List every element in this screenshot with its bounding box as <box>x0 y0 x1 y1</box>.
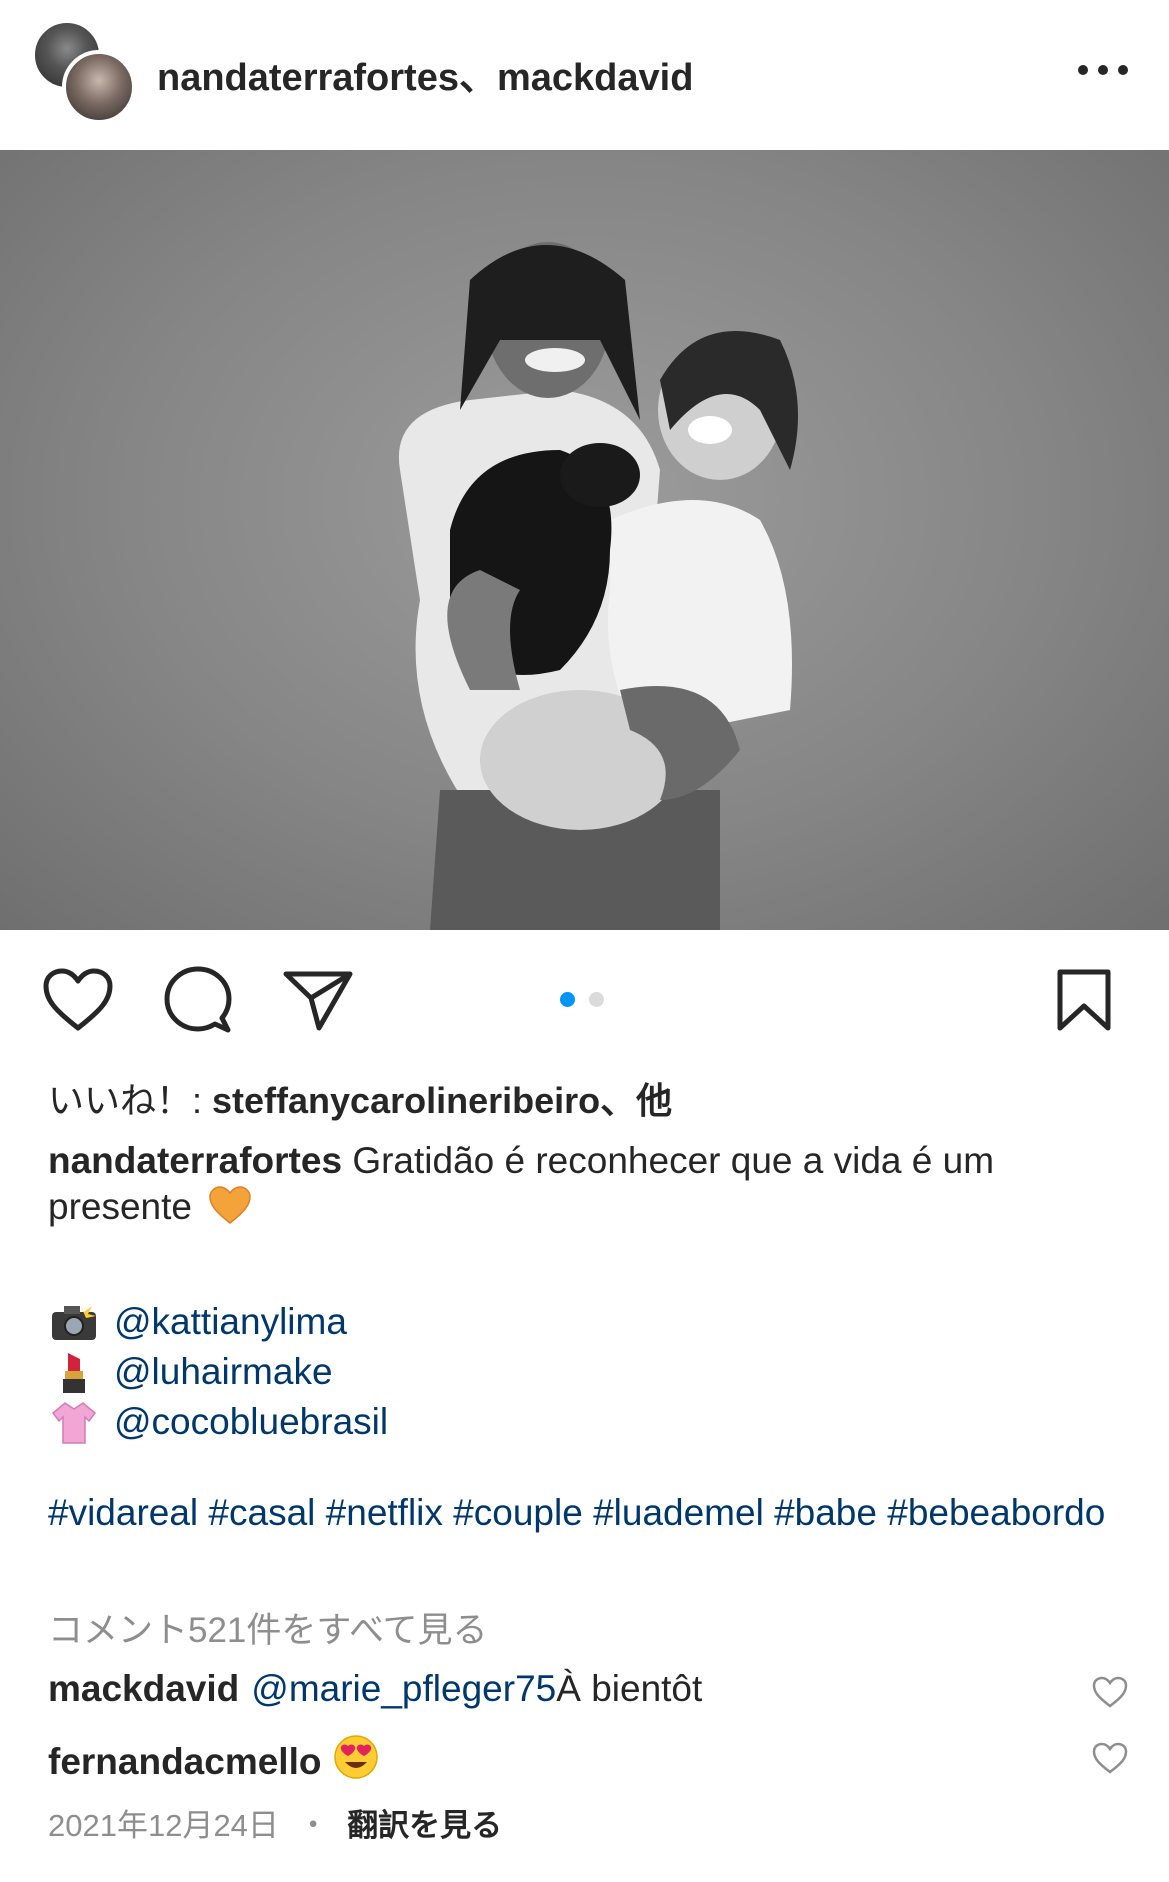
share-button[interactable] <box>278 960 358 1040</box>
save-button[interactable] <box>1044 960 1124 1040</box>
photo-content <box>398 242 798 930</box>
post-meta: 2021年12月24日 ・ 翻訳を見る <box>48 1800 502 1845</box>
comment-icon <box>164 966 232 1033</box>
comment-mention[interactable]: @marie_pfleger75 <box>251 1668 556 1710</box>
caption-username[interactable]: nandaterrafortes <box>48 1140 342 1181</box>
bookmark-icon <box>1057 969 1111 1031</box>
comment-like-button[interactable] <box>1088 1738 1132 1778</box>
orange-heart-icon <box>208 1185 252 1236</box>
paper-plane-icon <box>283 971 353 1031</box>
hashtags[interactable]: #vidareal #casal #netflix #couple #luade… <box>48 1490 1128 1536</box>
heart-icon <box>1092 1742 1128 1774</box>
carousel-dot <box>589 992 604 1007</box>
post-photo[interactable] <box>0 150 1169 930</box>
collab-avatars[interactable] <box>32 20 136 124</box>
comment-username[interactable]: mackdavid <box>48 1668 239 1710</box>
carousel-indicator <box>560 992 604 1007</box>
comment-row: fernandacmello <box>48 1734 379 1789</box>
post-date: 2021年12月24日 <box>48 1808 279 1843</box>
comment-row: mackdavid @marie_pfleger75 À bientôt <box>48 1668 702 1710</box>
blouse-icon <box>48 1398 100 1446</box>
credit-line: @luhairmake <box>48 1348 333 1396</box>
likes-user[interactable]: steffanycarolineribeiro、他 <box>212 1080 672 1121</box>
like-button[interactable] <box>38 960 118 1040</box>
more-icon <box>1078 65 1088 75</box>
likes-prefix: いいね！: <box>48 1080 213 1121</box>
carousel-dot-active <box>560 992 575 1007</box>
camera-flash-icon <box>48 1298 100 1346</box>
view-all-comments-link[interactable]: コメント521件をすべて見る <box>48 1602 488 1653</box>
heart-icon <box>1092 1676 1128 1708</box>
meta-separator: ・ <box>297 1808 329 1843</box>
comment-button[interactable] <box>158 960 238 1040</box>
post-header: nandaterrafortes、mackdavid <box>0 0 1169 150</box>
avatar[interactable] <box>62 50 136 124</box>
see-translation-link[interactable]: 翻訳を見る <box>347 1808 502 1843</box>
comment-text: À bientôt <box>556 1668 703 1709</box>
lipstick-icon <box>48 1348 100 1396</box>
comment-like-button[interactable] <box>1088 1672 1132 1712</box>
credit-mention[interactable]: @kattianylima <box>114 1299 347 1345</box>
caption: nandaterrafortes Gratidão é reconhecer q… <box>48 1138 1128 1236</box>
heart-eyes-icon <box>333 1734 379 1789</box>
credit-line: @kattianylima <box>48 1298 347 1346</box>
likes-summary[interactable]: いいね！: steffanycarolineribeiro、他 <box>48 1072 672 1124</box>
comment-username[interactable]: fernandacmello <box>48 1741 321 1783</box>
more-options-button[interactable] <box>1078 50 1128 90</box>
credit-mention[interactable]: @luhairmake <box>114 1349 333 1395</box>
credit-line: @cocobluebrasil <box>48 1398 388 1446</box>
post-authors[interactable]: nandaterrafortes、mackdavid <box>157 46 693 101</box>
heart-icon <box>43 968 113 1031</box>
credit-mention[interactable]: @cocobluebrasil <box>114 1399 388 1445</box>
